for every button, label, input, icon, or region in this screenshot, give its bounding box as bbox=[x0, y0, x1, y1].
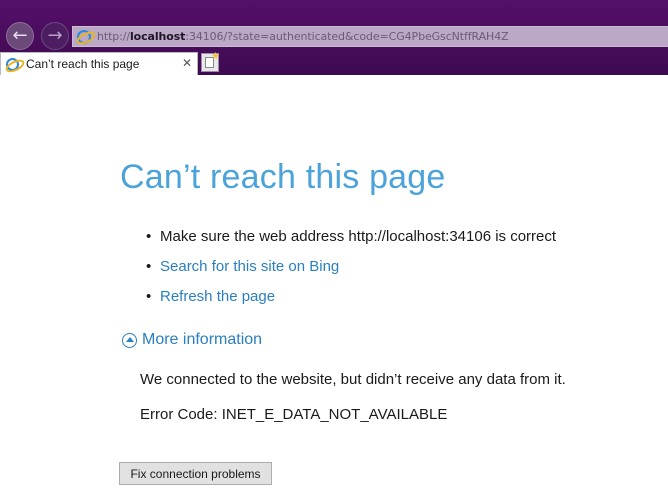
back-button[interactable]: ← bbox=[6, 22, 34, 50]
list-item: • Search for this site on Bing bbox=[146, 251, 556, 281]
browser-chrome: ← → http://localhost:34106/?state=authen… bbox=[0, 0, 668, 75]
suggestion-list: • Make sure the web address http://local… bbox=[146, 221, 556, 311]
page-title: Can’t reach this page bbox=[120, 158, 446, 196]
list-item: • Refresh the page bbox=[146, 281, 556, 311]
star-icon: ★ bbox=[211, 51, 220, 62]
new-tab-button[interactable]: ★ bbox=[201, 51, 220, 72]
error-code: Error Code: INET_E_DATA_NOT_AVAILABLE bbox=[140, 406, 448, 423]
close-tab-icon[interactable]: ✕ bbox=[182, 56, 192, 70]
detail-message: We connected to the website, but didn’t … bbox=[140, 371, 566, 388]
forward-arrow-icon: → bbox=[47, 25, 63, 46]
back-arrow-icon: ← bbox=[12, 25, 28, 46]
fix-connection-button[interactable]: Fix connection problems bbox=[119, 462, 272, 485]
tab-title: Can’t reach this page bbox=[26, 57, 140, 71]
search-bing-link[interactable]: Search for this site on Bing bbox=[160, 258, 339, 275]
url-text[interactable]: http://localhost:34106/?state=authentica… bbox=[97, 30, 509, 43]
address-bar[interactable]: http://localhost:34106/?state=authentica… bbox=[72, 26, 668, 47]
error-page: Can’t reach this page • Make sure the we… bbox=[0, 75, 668, 497]
tab-active[interactable]: Can’t reach this page ✕ bbox=[0, 52, 198, 75]
url-rest: :34106/?state=authenticated&code=CG4PbeG… bbox=[185, 30, 509, 43]
ie-logo-icon bbox=[77, 29, 91, 44]
list-item: • Make sure the web address http://local… bbox=[146, 221, 556, 251]
refresh-page-link[interactable]: Refresh the page bbox=[160, 288, 275, 305]
forward-button[interactable]: → bbox=[41, 22, 69, 50]
more-information-label: More information bbox=[142, 331, 263, 348]
bullet-icon: • bbox=[146, 227, 152, 245]
more-information-toggle[interactable]: More information bbox=[122, 331, 262, 349]
suggestion-address-check: Make sure the web address http://localho… bbox=[160, 227, 557, 245]
chevron-up-circle-icon bbox=[122, 332, 137, 348]
url-host: localhost bbox=[130, 30, 186, 43]
tab-favicon-icon bbox=[6, 57, 19, 71]
bullet-icon: • bbox=[146, 287, 152, 305]
url-prefix: http:// bbox=[97, 30, 130, 43]
bullet-icon: • bbox=[146, 257, 152, 275]
